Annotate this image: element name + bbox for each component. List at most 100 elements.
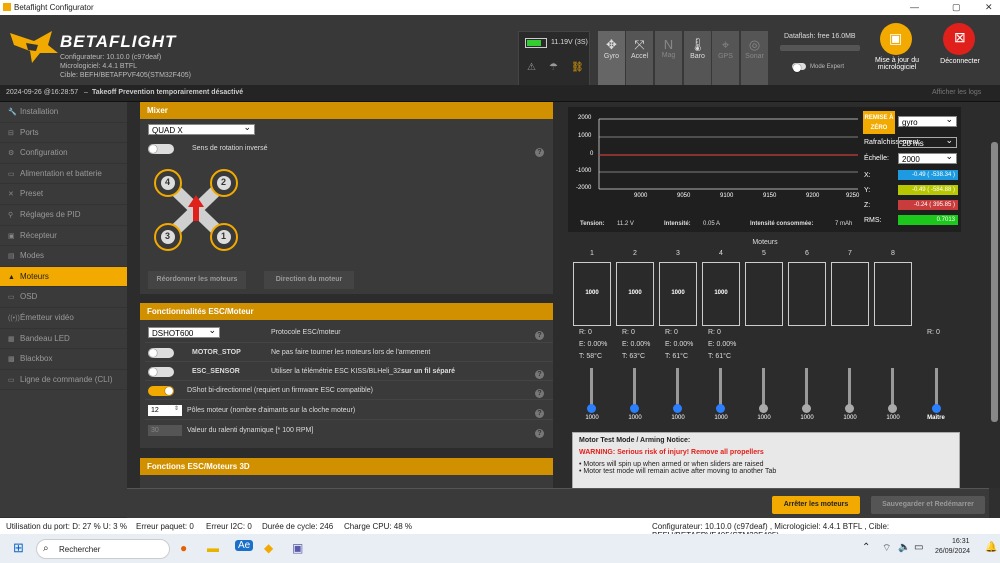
sidebar-item-alimentation-et-batterie[interactable]: ▭ Alimentation et batterie <box>0 164 127 185</box>
help-icon[interactable]: ? <box>535 409 544 418</box>
help-icon[interactable]: ? <box>535 148 544 157</box>
slider-knob[interactable] <box>630 404 639 413</box>
motor-slider[interactable] <box>716 368 725 413</box>
slider-knob[interactable] <box>673 404 682 413</box>
motor-direction-button[interactable]: Direction du moteur <box>264 271 354 289</box>
show-logs-link[interactable]: Afficher les logs <box>932 89 981 96</box>
refresh-rate-select[interactable]: 20 ms <box>898 135 957 148</box>
sidebar-item-label: Blackbox <box>20 354 53 364</box>
motor-telemetry-r: R: 0 <box>622 329 635 336</box>
slider-knob[interactable] <box>845 404 854 413</box>
chevron-up-icon[interactable]: ⌃ <box>862 542 870 553</box>
motor-slider-value: 1000 <box>800 415 814 421</box>
motor-slider[interactable] <box>888 368 897 413</box>
motor-slider[interactable] <box>673 368 682 413</box>
dataflash-panel: Dataflash: free 16.0MB <box>780 31 860 66</box>
reverse-rotation-toggle[interactable] <box>148 144 174 154</box>
motor-slider[interactable] <box>845 368 854 413</box>
sidebar-item-preset[interactable]: ✕ Preset <box>0 184 127 205</box>
slider-knob[interactable] <box>587 404 596 413</box>
rms-label: RMS: <box>864 217 882 224</box>
cli-icon: ▭ <box>8 376 15 384</box>
maximize-button[interactable]: ▢ <box>952 2 961 13</box>
save-reboot-button[interactable]: Sauvegarder et Redémarrer <box>871 496 985 514</box>
sidebar-item-blackbox[interactable]: ▩ Blackbox <box>0 349 127 370</box>
betaflight-taskbar-icon[interactable]: ◆ <box>264 541 273 555</box>
sidebar-item-ports[interactable]: ⊟ Ports <box>0 123 127 144</box>
motor-slider[interactable] <box>587 368 596 413</box>
help-icon[interactable]: ? <box>535 331 544 340</box>
gps-icon: ⌖ <box>721 37 730 52</box>
header: BETAFLIGHT Configurateur: 10.10.0 (c97de… <box>0 15 1000 86</box>
reset-graph-button[interactable]: REMISE À ZÉRO <box>863 111 895 134</box>
motor-telemetry-t: T: 58°C <box>579 353 603 360</box>
intensity-value: 0.05 A <box>703 221 721 227</box>
graph-sensor-select[interactable]: gyro <box>898 114 957 127</box>
help-icon[interactable]: ? <box>535 389 544 398</box>
disconnect-button[interactable]: ⊠ <box>943 23 975 55</box>
file-explorer-icon[interactable]: ▬ <box>207 541 219 555</box>
usb-disconnect-icon: ⊠ <box>954 29 966 45</box>
parachute-icon: ☂ <box>549 62 558 73</box>
motor-slider-value: 1000 <box>757 415 771 421</box>
stop-motors-button[interactable]: Arrêter les moteurs <box>772 496 860 514</box>
motor-slider[interactable] <box>802 368 811 413</box>
taskbar-search[interactable]: ⌕ Rechercher <box>36 539 170 559</box>
esc-protocol-select[interactable]: DSHOT600 <box>148 325 220 338</box>
sidebar: 🔧 Installation ⊟ Ports ⚙ Configuration ▭ Alimen… <box>0 102 127 517</box>
app-ae-icon[interactable]: Ae <box>235 540 254 551</box>
sidebar-item-ligne-de-commande-cli-[interactable]: ▭ Ligne de commande (CLI) <box>0 370 127 391</box>
accel-icon: ⤧ <box>634 37 645 52</box>
sidebar-item-r-cepteur[interactable]: ▣ Récepteur <box>0 226 127 247</box>
sidebar-item--metteur-vid-o[interactable]: ((•))Émetteur vidéo <box>0 308 127 329</box>
minimize-button[interactable]: — <box>910 2 919 12</box>
slider-knob[interactable] <box>716 404 725 413</box>
scrollbar[interactable] <box>989 102 1000 488</box>
sidebar-item-osd[interactable]: ▭ OSD <box>0 287 127 308</box>
motor-stop-toggle[interactable] <box>148 348 174 358</box>
sidebar-item-modes[interactable]: ▤ Modes <box>0 246 127 267</box>
battery-tray-icon[interactable]: ▭ <box>914 542 923 553</box>
motor-slider[interactable] <box>630 368 639 413</box>
expert-mode-toggle[interactable] <box>792 63 806 72</box>
help-icon[interactable]: ? <box>535 429 544 438</box>
reorder-motors-button[interactable]: Réordonner les moteurs <box>148 271 246 289</box>
help-icon[interactable]: ? <box>535 370 544 379</box>
status-footer: Utilisation du port: D: 27 % U: 3 % Erre… <box>0 518 1000 540</box>
close-window-button[interactable]: ✕ <box>985 2 993 13</box>
sidebar-item-installation[interactable]: 🔧 Installation <box>0 102 127 123</box>
motor-slider[interactable] <box>759 368 768 413</box>
app-icon[interactable]: ▣ <box>292 541 303 555</box>
windows-start-icon[interactable]: ⊞ <box>13 540 24 556</box>
reverse-rotation-label: Sens de rotation inversé <box>192 145 268 152</box>
volume-icon[interactable]: 🔈 <box>898 542 910 553</box>
wifi-icon[interactable]: ⌔ <box>882 542 891 555</box>
slider-knob[interactable] <box>888 404 897 413</box>
motor-telemetry-e: E: 0.00% <box>579 341 608 348</box>
motor-column-number: 4 <box>719 250 723 257</box>
sensor-label: Sonar <box>745 53 764 60</box>
slider-knob[interactable] <box>802 404 811 413</box>
sidebar-item-configuration[interactable]: ⚙ Configuration <box>0 143 127 164</box>
frame-select[interactable]: QUAD X <box>148 122 255 135</box>
motor-column-number: 8 <box>891 250 895 257</box>
idle-value-input[interactable]: 30 <box>148 425 182 436</box>
sidebar-item-label: Modes <box>20 251 45 261</box>
bidirectional-dshot-toggle[interactable] <box>148 386 174 396</box>
notification-icon[interactable]: 🔔 <box>985 542 997 553</box>
esc-sensor-toggle[interactable] <box>148 367 174 377</box>
sidebar-item-label: Ligne de commande (CLI) <box>20 374 113 384</box>
motor-value-box <box>745 262 783 326</box>
sidebar-item-bandeau-led[interactable]: ▦ Bandeau LED <box>0 329 127 350</box>
sidebar-item-moteurs[interactable]: ▲ Moteurs <box>0 266 127 288</box>
slider-knob[interactable] <box>759 404 768 413</box>
update-firmware-button[interactable]: ▣ <box>880 23 912 55</box>
firefox-icon[interactable]: ● <box>180 541 187 555</box>
sensor-gps: ⌖ GPS <box>712 31 739 86</box>
master-slider[interactable] <box>932 368 941 413</box>
preset-icon: ✕ <box>8 191 14 199</box>
slider-knob[interactable] <box>932 404 941 413</box>
stepper-icon[interactable]: ⇕ <box>174 405 179 412</box>
scale-select[interactable]: 2000 <box>898 151 957 164</box>
sidebar-item-r-glages-de-pid[interactable]: ⚲ Réglages de PID <box>0 205 127 226</box>
